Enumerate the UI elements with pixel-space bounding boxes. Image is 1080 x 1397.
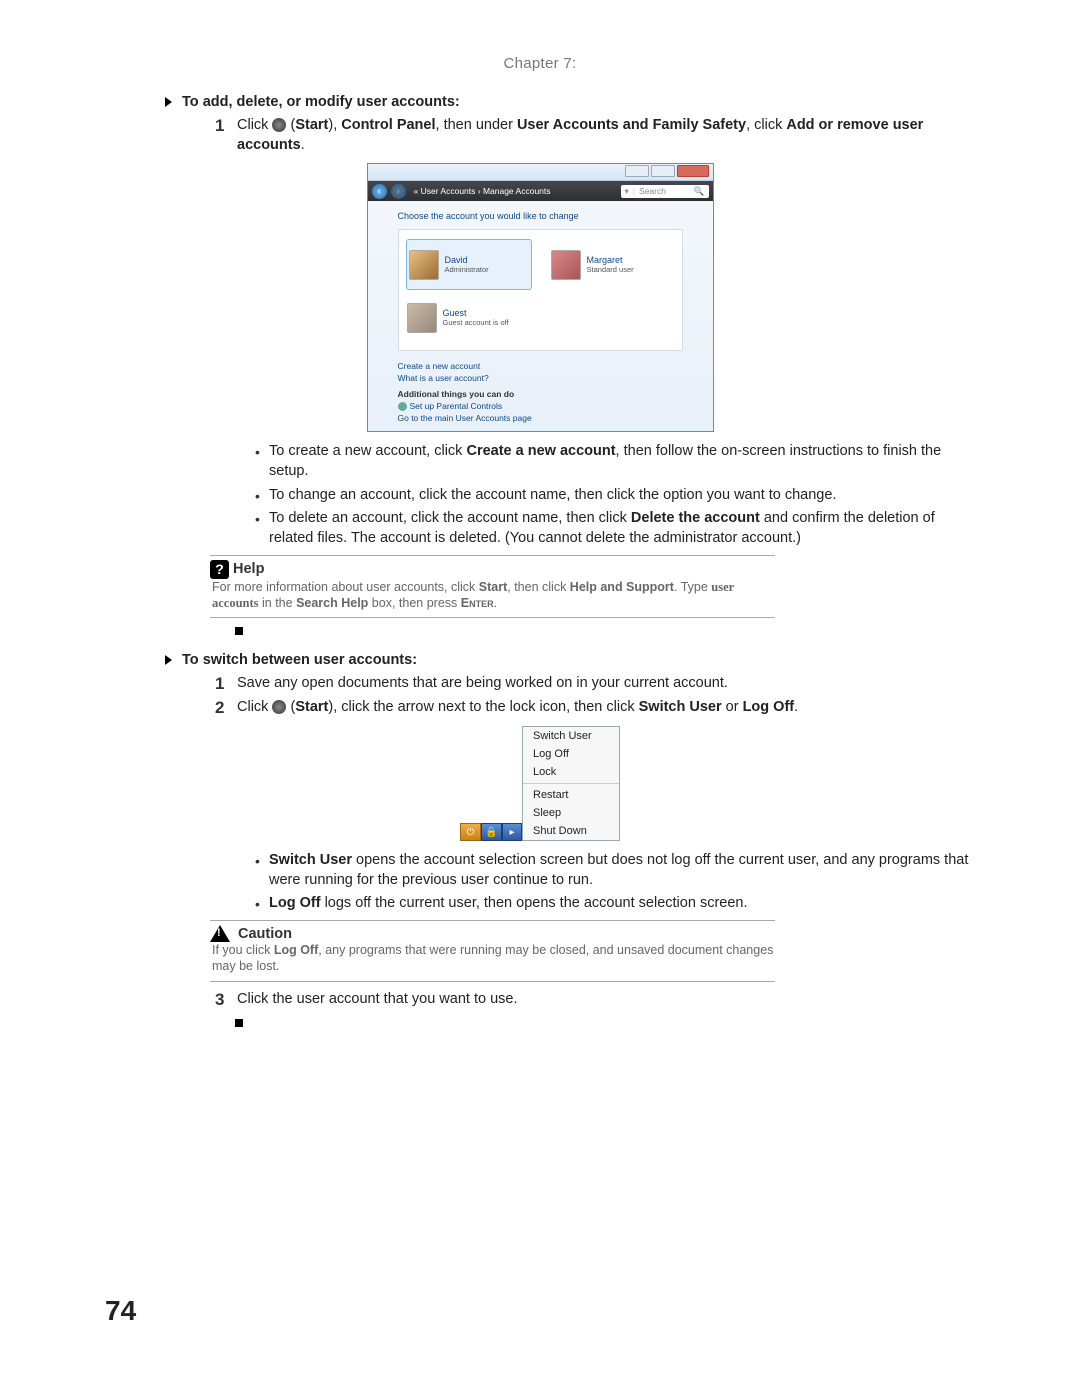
end-of-task-icon (235, 1019, 243, 1027)
page-number: 74 (105, 1295, 136, 1327)
power-lock-buttons: ⏻ 🔒 ▸ (460, 823, 522, 841)
account-guest[interactable]: Guest Guest account is off (407, 295, 527, 340)
window-titlebar (368, 164, 713, 181)
step-number: 1 (215, 674, 237, 694)
menu-log-off[interactable]: Log Off (523, 745, 619, 763)
task-heading-text: To switch between user accounts: (182, 652, 417, 668)
link-create-account[interactable]: Create a new account (398, 361, 683, 371)
avatar (551, 250, 581, 280)
search-input[interactable]: ▾| Search 🔍 (621, 185, 709, 198)
step-text: Click (Start), Control Panel, then under… (237, 116, 975, 155)
caution-heading: Caution (210, 925, 775, 942)
step-number: 3 (215, 990, 237, 1010)
start-orb-icon (272, 700, 286, 714)
avatar (407, 303, 437, 333)
account-margaret[interactable]: Margaret Standard user (551, 240, 671, 289)
link-parental-controls[interactable]: Set up Parental Controls (398, 401, 683, 411)
minimize-button[interactable] (625, 165, 649, 177)
account-david[interactable]: David Administrator (407, 240, 531, 289)
menu-sleep[interactable]: Sleep (523, 804, 619, 822)
help-icon: ? (210, 560, 229, 579)
help-heading: ? Help (210, 560, 775, 579)
nav-bar: ‹ › « User Accounts › Manage Accounts ▾|… (368, 181, 713, 201)
menu-restart[interactable]: Restart (523, 786, 619, 804)
page: Chapter 7: To add, delete, or modify use… (0, 0, 1080, 1397)
prompt-text: Choose the account you would like to cha… (398, 211, 683, 221)
step-number: 1 (215, 116, 237, 155)
additional-heading: Additional things you can do (398, 389, 683, 399)
lock-button[interactable]: 🔒 (481, 823, 502, 841)
search-icon: 🔍 (694, 186, 705, 197)
caution-body: If you click Log Off, any programs that … (210, 942, 775, 975)
step-number: 2 (215, 698, 237, 718)
power-icon: ⏻ (467, 827, 475, 838)
step-text: Click (Start), click the arrow next to t… (237, 698, 975, 718)
accounts-panel: David Administrator Margaret Standard us… (398, 229, 683, 351)
menu-separator (523, 783, 619, 784)
link-what-is-account[interactable]: What is a user account? (398, 373, 683, 383)
bullet-item: • Switch User opens the account selectio… (255, 851, 975, 890)
step-3: 3 Click the user account that you want t… (215, 990, 975, 1010)
step-1-s2: 1 Save any open documents that are being… (215, 674, 975, 694)
avatar (409, 250, 439, 280)
menu-switch-user[interactable]: Switch User (523, 727, 619, 745)
forward-button[interactable]: › (391, 184, 406, 199)
step-text: Save any open documents that are being w… (237, 674, 975, 694)
lock-icon: 🔒 (485, 827, 497, 838)
bullet-list-1: • To create a new account, click Create … (255, 442, 975, 548)
task-heading-text: To add, delete, or modify user accounts: (182, 94, 460, 110)
start-orb-icon (272, 118, 286, 132)
close-button[interactable] (677, 165, 709, 177)
caution-callout: Caution If you click Log Off, any progra… (210, 920, 775, 982)
back-button[interactable]: ‹ (372, 184, 387, 199)
menu-shut-down[interactable]: Shut Down (523, 822, 619, 840)
chevron-right-icon: ▸ (509, 827, 514, 838)
triangle-bullet-icon (165, 655, 172, 665)
bullet-item: • To create a new account, click Create … (255, 442, 975, 481)
bullet-item: • To delete an account, click the accoun… (255, 509, 975, 548)
triangle-bullet-icon (165, 97, 172, 107)
caution-icon (210, 925, 230, 942)
link-main-accounts[interactable]: Go to the main User Accounts page (398, 413, 683, 423)
menu-arrow-button[interactable]: ▸ (502, 823, 522, 841)
end-of-task-icon (235, 627, 243, 635)
maximize-button[interactable] (651, 165, 675, 177)
task-heading-add: To add, delete, or modify user accounts: (165, 94, 975, 110)
step-text: Click the user account that you want to … (237, 990, 975, 1010)
step-2-s2: 2 Click (Start), click the arrow next to… (215, 698, 975, 718)
chapter-heading: Chapter 7: (105, 55, 975, 72)
search-placeholder: Search (639, 186, 666, 196)
shutdown-menu-screenshot: ⏻ 🔒 ▸ Switch User Log Off Lock Restart S… (460, 726, 620, 841)
vista-accounts-screenshot: ‹ › « User Accounts › Manage Accounts ▾|… (367, 163, 714, 432)
breadcrumb[interactable]: « User Accounts › Manage Accounts (410, 186, 617, 196)
shutdown-popup-menu: Switch User Log Off Lock Restart Sleep S… (522, 726, 620, 841)
step-1-s1: 1 Click (Start), Control Panel, then und… (215, 116, 975, 155)
window-body: Choose the account you would like to cha… (368, 201, 713, 431)
menu-lock[interactable]: Lock (523, 763, 619, 781)
bullet-item: • Log Off logs off the current user, the… (255, 894, 975, 914)
help-body: For more information about user accounts… (210, 579, 775, 612)
help-callout: ? Help For more information about user a… (210, 555, 775, 619)
bullet-list-2: • Switch User opens the account selectio… (255, 851, 975, 914)
power-button[interactable]: ⏻ (460, 823, 481, 841)
bullet-item: •To change an account, click the account… (255, 486, 975, 506)
shield-icon (398, 402, 407, 411)
links-section: Create a new account What is a user acco… (398, 361, 683, 423)
task-heading-switch: To switch between user accounts: (165, 652, 975, 668)
